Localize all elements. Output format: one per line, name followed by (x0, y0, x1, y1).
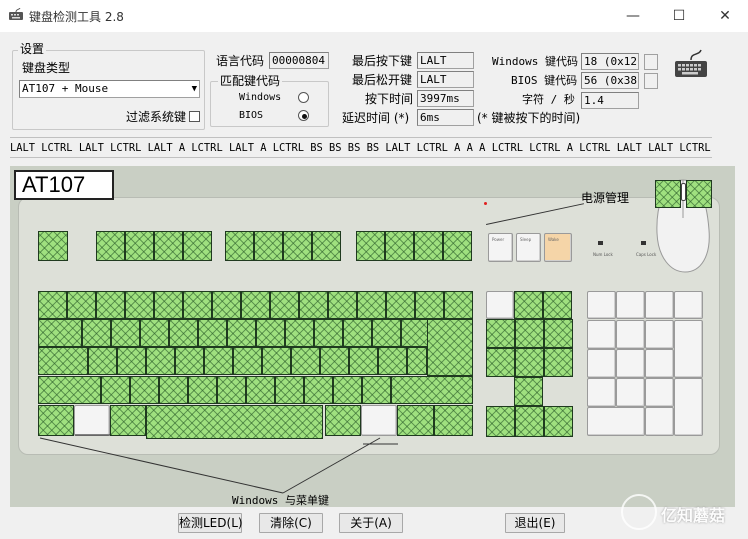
windows-menu-keys-label: Windows 与菜单键 (232, 494, 329, 507)
exit-button[interactable]: 退出(E) (505, 513, 565, 533)
pointer-lines (39, 434, 398, 494)
watermark-logo-icon (621, 494, 657, 530)
clear-button[interactable]: 清除(C) (259, 513, 323, 533)
watermark-text: 亿知蘑菇 (661, 506, 726, 525)
about-button[interactable]: 关于(A) (339, 513, 403, 533)
detect-led-button[interactable]: 检测LED(L) (178, 513, 243, 533)
